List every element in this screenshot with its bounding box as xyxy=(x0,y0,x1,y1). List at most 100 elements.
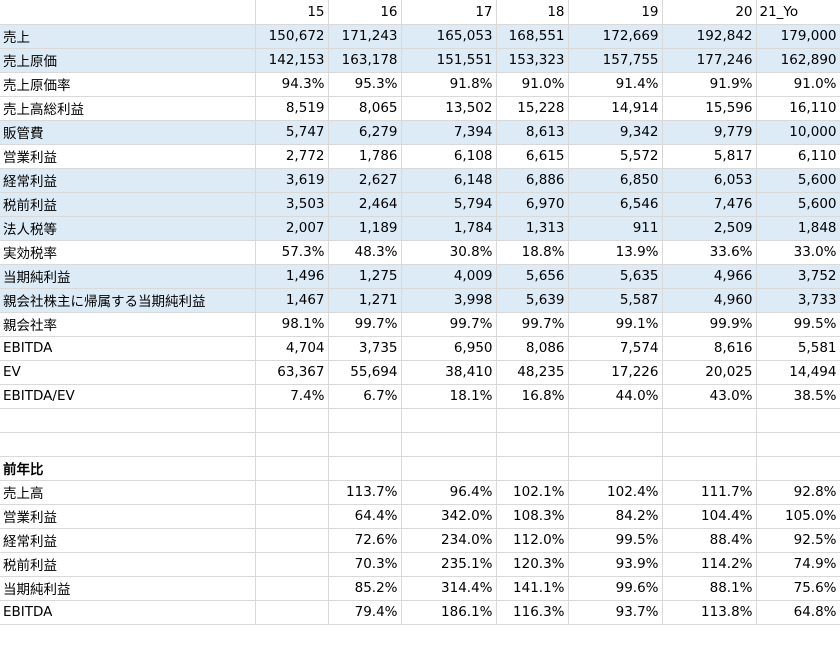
value-cell[interactable]: 8,613 xyxy=(496,120,569,145)
value-cell[interactable]: 8,519 xyxy=(255,96,329,121)
value-cell[interactable]: 55,694 xyxy=(328,360,402,385)
header-year-cell[interactable]: 15 xyxy=(255,0,329,25)
value-cell[interactable]: 1,467 xyxy=(255,288,329,313)
value-cell[interactable]: 43.0% xyxy=(662,384,757,409)
header-year-cell[interactable]: 17 xyxy=(401,0,497,25)
value-cell[interactable]: 91.8% xyxy=(401,72,497,97)
value-cell[interactable]: 8,086 xyxy=(496,336,569,361)
value-cell[interactable]: 7,574 xyxy=(568,336,663,361)
value-cell[interactable]: 6,615 xyxy=(496,144,569,169)
value-cell[interactable] xyxy=(401,408,497,433)
value-cell[interactable] xyxy=(496,432,569,457)
value-cell[interactable]: 3,733 xyxy=(756,288,840,313)
row-label-cell[interactable]: EBITDA xyxy=(0,600,256,625)
value-cell[interactable]: 151,551 xyxy=(401,48,497,73)
value-cell[interactable]: 57.3% xyxy=(255,240,329,265)
value-cell[interactable]: 4,966 xyxy=(662,264,757,289)
value-cell[interactable]: 16,110 xyxy=(756,96,840,121)
value-cell[interactable]: 74.9% xyxy=(756,552,840,577)
row-label-cell[interactable]: 法人税等 xyxy=(0,216,256,241)
value-cell[interactable]: 6,850 xyxy=(568,168,663,193)
value-cell[interactable]: 102.4% xyxy=(568,480,663,505)
value-cell[interactable]: 1,189 xyxy=(328,216,402,241)
value-cell[interactable]: 20,025 xyxy=(662,360,757,385)
value-cell[interactable]: 2,007 xyxy=(255,216,329,241)
value-cell[interactable]: 141.1% xyxy=(496,576,569,601)
header-year-cell[interactable]: 18 xyxy=(496,0,569,25)
value-cell[interactable]: 1,786 xyxy=(328,144,402,169)
value-cell[interactable] xyxy=(401,456,497,481)
value-cell[interactable]: 2,464 xyxy=(328,192,402,217)
value-cell[interactable]: 3,503 xyxy=(255,192,329,217)
value-cell[interactable] xyxy=(328,432,402,457)
row-label-cell[interactable]: 売上原価 xyxy=(0,48,256,73)
value-cell[interactable]: 94.3% xyxy=(255,72,329,97)
value-cell[interactable] xyxy=(568,408,663,433)
value-cell[interactable] xyxy=(496,408,569,433)
value-cell[interactable]: 235.1% xyxy=(401,552,497,577)
value-cell[interactable]: 93.7% xyxy=(568,600,663,625)
value-cell[interactable]: 150,672 xyxy=(255,24,329,49)
row-label-cell[interactable]: 実効税率 xyxy=(0,240,256,265)
value-cell[interactable]: 85.2% xyxy=(328,576,402,601)
row-label-cell[interactable]: 販管費 xyxy=(0,120,256,145)
value-cell[interactable]: 91.4% xyxy=(568,72,663,97)
value-cell[interactable]: 79.4% xyxy=(328,600,402,625)
value-cell[interactable]: 44.0% xyxy=(568,384,663,409)
value-cell[interactable] xyxy=(756,456,840,481)
header-year-cell[interactable]: 21_Yo xyxy=(756,0,840,25)
row-label-cell[interactable]: 営業利益 xyxy=(0,144,256,169)
value-cell[interactable]: 88.4% xyxy=(662,528,757,553)
value-cell[interactable] xyxy=(255,600,329,625)
value-cell[interactable]: 186.1% xyxy=(401,600,497,625)
value-cell[interactable]: 314.4% xyxy=(401,576,497,601)
value-cell[interactable]: 1,784 xyxy=(401,216,497,241)
row-label-cell[interactable]: 経常利益 xyxy=(0,528,256,553)
value-cell[interactable]: 4,704 xyxy=(255,336,329,361)
value-cell[interactable]: 6,886 xyxy=(496,168,569,193)
value-cell[interactable]: 168,551 xyxy=(496,24,569,49)
value-cell[interactable]: 6,148 xyxy=(401,168,497,193)
value-cell[interactable]: 3,752 xyxy=(756,264,840,289)
value-cell[interactable] xyxy=(568,432,663,457)
value-cell[interactable]: 5,747 xyxy=(255,120,329,145)
value-cell[interactable]: 48.3% xyxy=(328,240,402,265)
value-cell[interactable]: 95.3% xyxy=(328,72,402,97)
value-cell[interactable]: 33.0% xyxy=(756,240,840,265)
row-label-cell[interactable]: 税前利益 xyxy=(0,192,256,217)
value-cell[interactable]: 5,656 xyxy=(496,264,569,289)
value-cell[interactable]: 234.0% xyxy=(401,528,497,553)
value-cell[interactable]: 114.2% xyxy=(662,552,757,577)
value-cell[interactable]: 10,000 xyxy=(756,120,840,145)
value-cell[interactable]: 91.0% xyxy=(756,72,840,97)
value-cell[interactable]: 48,235 xyxy=(496,360,569,385)
value-cell[interactable]: 6,110 xyxy=(756,144,840,169)
value-cell[interactable]: 75.6% xyxy=(756,576,840,601)
row-label-cell[interactable]: 営業利益 xyxy=(0,504,256,529)
header-year-cell[interactable]: 19 xyxy=(568,0,663,25)
value-cell[interactable]: 8,065 xyxy=(328,96,402,121)
value-cell[interactable]: 105.0% xyxy=(756,504,840,529)
value-cell[interactable]: 14,494 xyxy=(756,360,840,385)
row-label-cell[interactable]: EBITDA xyxy=(0,336,256,361)
value-cell[interactable]: 6.7% xyxy=(328,384,402,409)
value-cell[interactable]: 99.9% xyxy=(662,312,757,337)
header-year-cell[interactable]: 20 xyxy=(662,0,757,25)
value-cell[interactable]: 1,313 xyxy=(496,216,569,241)
value-cell[interactable]: 157,755 xyxy=(568,48,663,73)
value-cell[interactable]: 6,970 xyxy=(496,192,569,217)
value-cell[interactable]: 96.4% xyxy=(401,480,497,505)
value-cell[interactable] xyxy=(328,408,402,433)
row-label-cell[interactable] xyxy=(0,408,256,433)
value-cell[interactable]: 5,817 xyxy=(662,144,757,169)
value-cell[interactable] xyxy=(568,456,663,481)
value-cell[interactable]: 3,619 xyxy=(255,168,329,193)
value-cell[interactable]: 99.6% xyxy=(568,576,663,601)
value-cell[interactable]: 91.9% xyxy=(662,72,757,97)
value-cell[interactable]: 64.8% xyxy=(756,600,840,625)
value-cell[interactable]: 5,600 xyxy=(756,168,840,193)
value-cell[interactable]: 99.7% xyxy=(401,312,497,337)
value-cell[interactable]: 9,342 xyxy=(568,120,663,145)
value-cell[interactable]: 7,394 xyxy=(401,120,497,145)
value-cell[interactable]: 15,228 xyxy=(496,96,569,121)
